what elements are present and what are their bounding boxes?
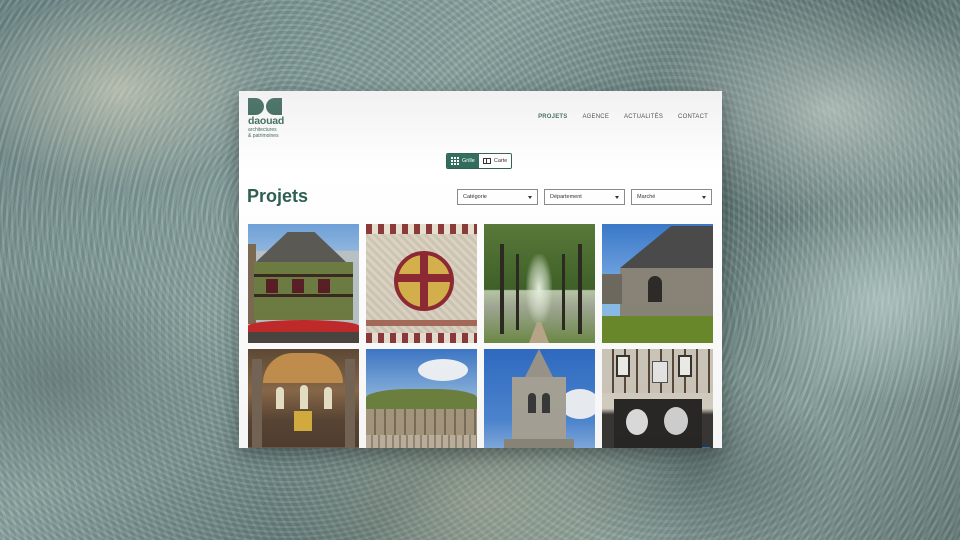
- projects-grid: [248, 224, 713, 448]
- nav-item-contact[interactable]: CONTACT: [678, 114, 708, 120]
- project-card-mosaic[interactable]: [366, 224, 477, 343]
- chevron-down-icon: [615, 195, 619, 199]
- project-card-chapel[interactable]: [602, 224, 713, 343]
- project-card-tower[interactable]: [484, 349, 595, 448]
- map-view-label: Carte: [493, 158, 508, 164]
- logo-name: daouad: [248, 115, 285, 127]
- chevron-down-icon: [528, 195, 532, 199]
- nav-item-projets[interactable]: PROJETS: [538, 114, 567, 120]
- nav-item-agence[interactable]: AGENCE: [582, 114, 609, 120]
- logo-tagline-2: & patrimoines: [248, 133, 279, 139]
- website-screenshot: daouad architectures & patrimoines PROJE…: [239, 91, 722, 448]
- view-toggle: Grille Carte: [446, 153, 513, 169]
- market-select-label: Marché: [637, 194, 656, 200]
- site-logo[interactable]: daouad architectures & patrimoines: [248, 98, 308, 139]
- grid-icon: [451, 157, 459, 165]
- department-select-label: Département: [550, 194, 582, 200]
- logo-mark: [248, 98, 308, 115]
- project-card-storefront[interactable]: [602, 349, 713, 448]
- filters-bar: Catégorie Département Marché: [457, 189, 712, 205]
- category-select-label: Catégorie: [463, 194, 487, 200]
- project-card-avenue[interactable]: [484, 224, 595, 343]
- project-card-timber-house[interactable]: [248, 224, 359, 343]
- main-nav: PROJETS AGENCE ACTUALITÉS CONTACT: [538, 114, 708, 120]
- chevron-down-icon: [702, 195, 706, 199]
- map-icon: [482, 158, 491, 164]
- department-select[interactable]: Département: [544, 189, 625, 205]
- project-card-stone-wall[interactable]: [366, 349, 477, 448]
- project-card-church-interior[interactable]: [248, 349, 359, 448]
- nav-item-actualites[interactable]: ACTUALITÉS: [624, 114, 663, 120]
- grid-view-button[interactable]: Grille: [447, 154, 479, 168]
- page-title: Projets: [247, 186, 309, 206]
- grid-view-label: Grille: [462, 158, 475, 164]
- map-view-button[interactable]: Carte: [478, 154, 512, 168]
- category-select[interactable]: Catégorie: [457, 189, 538, 205]
- market-select[interactable]: Marché: [631, 189, 712, 205]
